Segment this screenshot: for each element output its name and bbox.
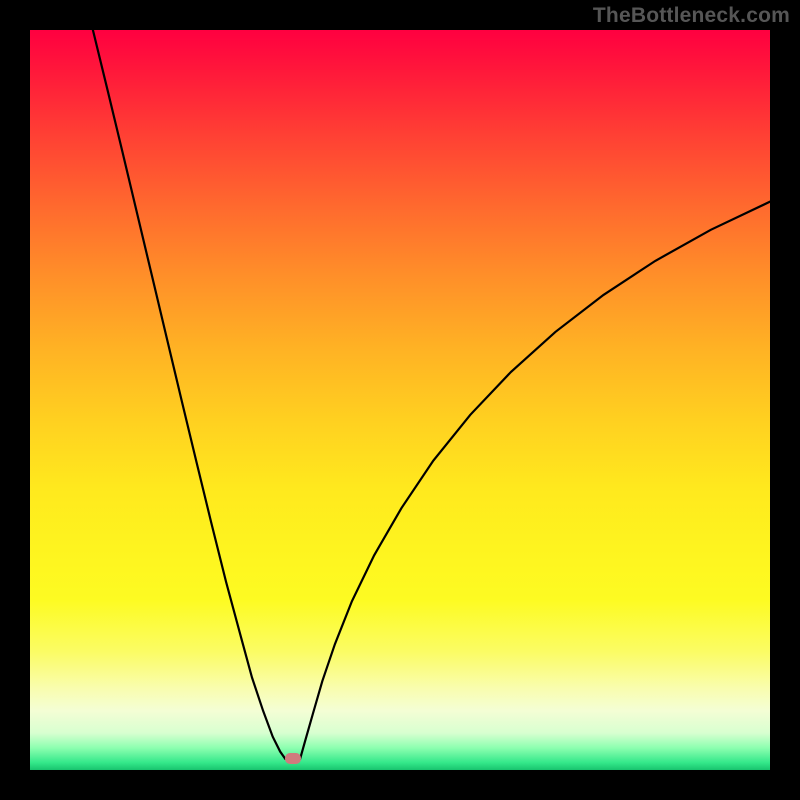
bottleneck-curve <box>30 30 770 770</box>
watermark-text: TheBottleneck.com <box>593 4 790 28</box>
chart-frame: TheBottleneck.com <box>0 0 800 800</box>
min-marker <box>285 753 301 764</box>
